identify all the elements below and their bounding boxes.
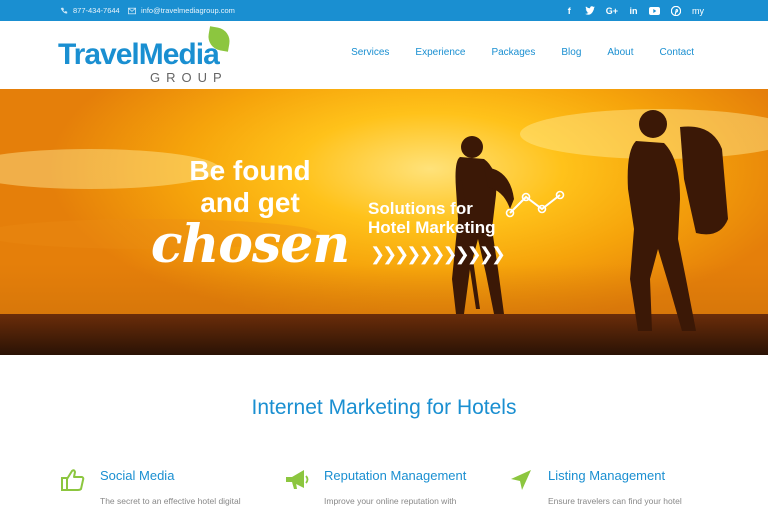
- phone-contact[interactable]: 877-434-7644: [60, 6, 120, 15]
- envelope-icon: [128, 7, 136, 14]
- section-title: Internet Marketing for Hotels: [251, 396, 517, 419]
- email-address[interactable]: info@travelmediagroup.com: [141, 6, 235, 15]
- hero-subheadline: Solutions for Hotel Marketing: [368, 199, 496, 237]
- nav-services[interactable]: Services: [351, 47, 389, 58]
- feature-title[interactable]: Reputation Management: [324, 468, 466, 483]
- logo-word-travel: Travel: [58, 38, 140, 71]
- site-header: TravelMedia GROUP Services Experience Pa…: [0, 21, 768, 89]
- nav-blog[interactable]: Blog: [561, 47, 581, 58]
- pinterest-icon[interactable]: [671, 5, 681, 17]
- email-contact[interactable]: info@travelmediagroup.com: [128, 6, 235, 15]
- phone-number[interactable]: 877-434-7644: [73, 6, 120, 15]
- logo[interactable]: TravelMedia GROUP: [58, 26, 238, 86]
- megaphone-icon: [286, 470, 309, 489]
- headline-line-3: chosen: [150, 214, 350, 275]
- linkedin-icon[interactable]: in: [629, 5, 638, 17]
- twitter-icon[interactable]: [584, 5, 595, 17]
- logo-wordmark: TravelMedia: [58, 38, 220, 72]
- location-arrow-icon: [511, 470, 531, 490]
- nav-about[interactable]: About: [607, 47, 633, 58]
- trend-line-icon: [505, 190, 565, 218]
- myspace-icon[interactable]: my: [692, 5, 704, 17]
- google-plus-icon[interactable]: G+: [606, 5, 618, 17]
- nav-contact[interactable]: Contact: [660, 47, 694, 58]
- phone-icon: [60, 7, 68, 13]
- feature-title[interactable]: Listing Management: [548, 468, 665, 483]
- nav-packages[interactable]: Packages: [491, 47, 535, 58]
- facebook-icon[interactable]: f: [565, 5, 574, 17]
- subheadline-line-2: Hotel Marketing: [368, 218, 496, 237]
- headline-line-1: Be found: [189, 155, 311, 186]
- feature-text: Improve your online reputation with: [324, 496, 457, 506]
- main-nav: Services Experience Packages Blog About …: [351, 47, 694, 58]
- subheadline-line-1: Solutions for: [368, 199, 473, 218]
- hero-banner: Be found and get chosen Solutions for Ho…: [0, 89, 768, 355]
- feature-text: Ensure travelers can find your hotel: [548, 496, 682, 506]
- top-bar: 877-434-7644 info@travelmediagroup.com f…: [0, 0, 768, 21]
- feature-text: The secret to an effective hotel digital: [100, 496, 241, 506]
- logo-word-group: GROUP: [150, 70, 228, 85]
- feature-title[interactable]: Social Media: [100, 468, 174, 483]
- thumbs-up-icon: [61, 469, 85, 491]
- nav-experience[interactable]: Experience: [415, 47, 465, 58]
- chevron-arrows-icon: ❯❯❯❯❯❯❯❯❯❯❯: [370, 244, 506, 264]
- social-links: f G+ in my: [565, 4, 704, 17]
- logo-word-media: Media: [138, 38, 220, 71]
- hero-headline: Be found and get chosen: [140, 155, 360, 271]
- youtube-icon[interactable]: [649, 5, 660, 17]
